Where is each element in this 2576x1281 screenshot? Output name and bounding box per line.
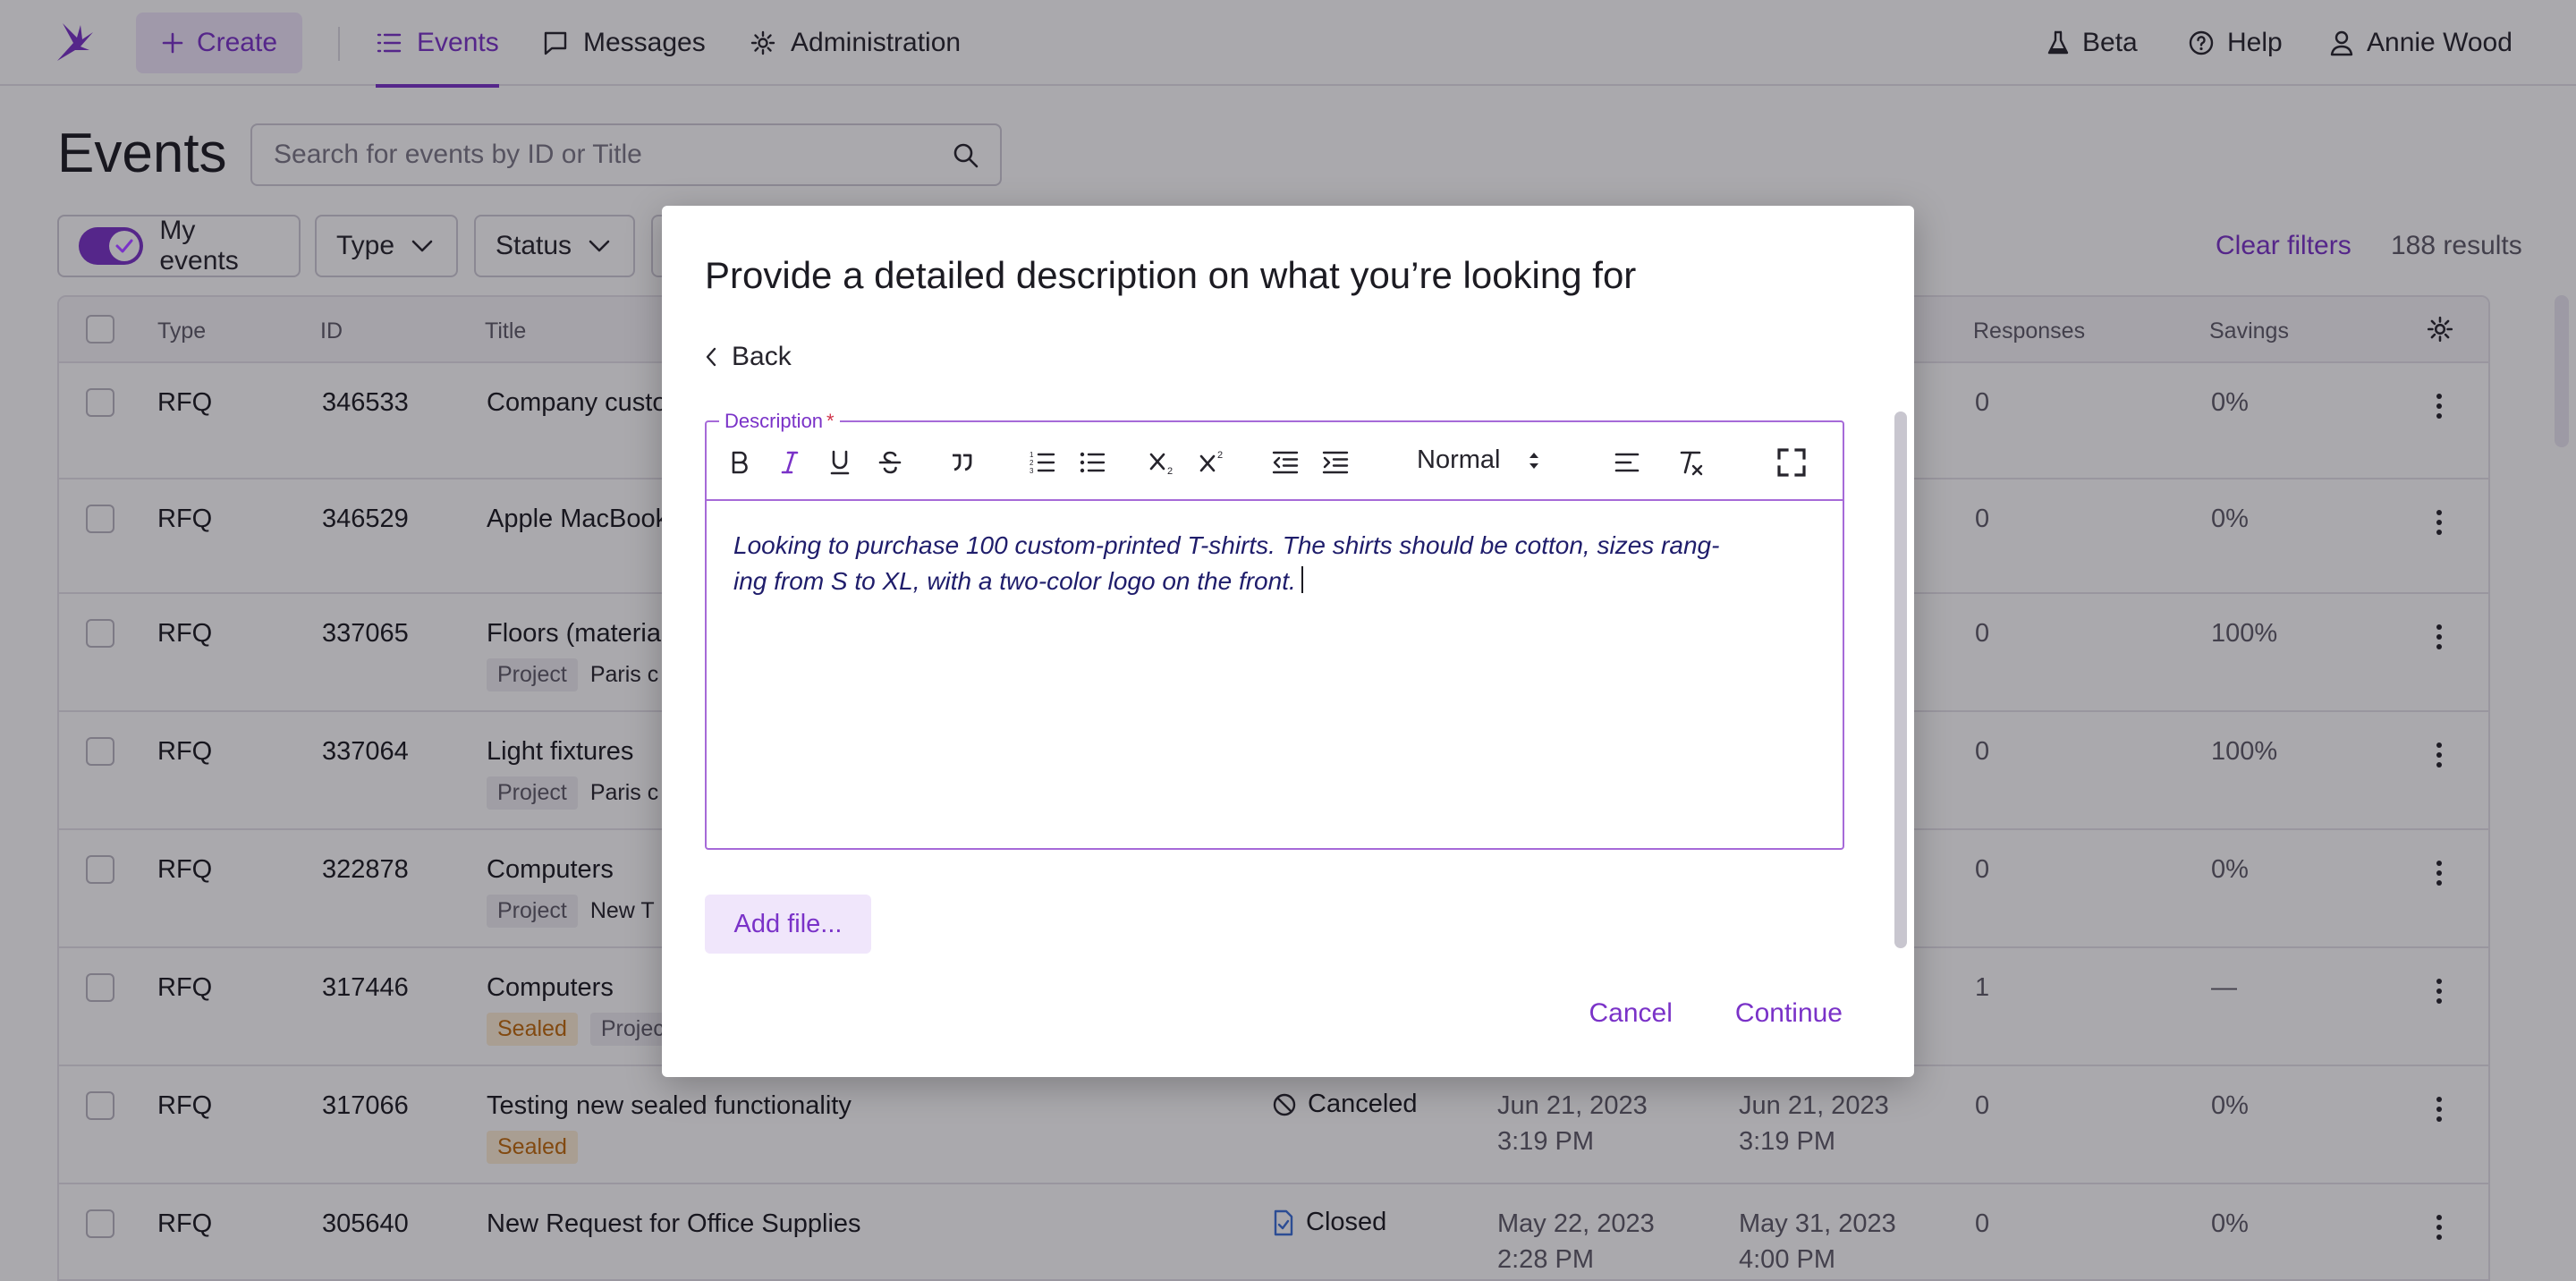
svg-text:2: 2	[1217, 450, 1223, 461]
strikethrough-icon[interactable]	[875, 447, 905, 478]
text-format-value: Normal	[1417, 445, 1501, 474]
align-left-icon[interactable]	[1612, 447, 1642, 478]
text-caret	[1301, 566, 1303, 593]
back-button[interactable]: Back	[705, 342, 792, 372]
superscript-icon[interactable]: 2	[1199, 447, 1229, 478]
subscript-icon[interactable]: 2	[1148, 447, 1179, 478]
sort-arrows-icon	[1530, 452, 1539, 469]
outdent-icon[interactable]	[1270, 447, 1301, 478]
description-dialog: Provide a detailed description on what y…	[662, 206, 1914, 1077]
svg-text:2: 2	[1167, 466, 1173, 476]
bold-icon[interactable]	[724, 447, 755, 478]
description-line-2: ing from S to XL, with a two-color logo …	[733, 567, 1296, 595]
svg-text:3: 3	[1030, 467, 1034, 475]
cancel-button[interactable]: Cancel	[1589, 998, 1673, 1029]
fullscreen-icon[interactable]	[1776, 447, 1807, 478]
italic-icon[interactable]	[775, 447, 805, 478]
back-label: Back	[732, 342, 792, 371]
dialog-scrollbar[interactable]	[1894, 411, 1907, 1154]
add-file-button[interactable]: Add file...	[705, 895, 871, 954]
description-textarea[interactable]: Looking to purchase 100 custom-printed T…	[733, 528, 1816, 599]
check-icon	[115, 239, 133, 253]
svg-text:2: 2	[1030, 459, 1034, 467]
underline-icon[interactable]	[825, 447, 855, 478]
indent-icon[interactable]	[1320, 447, 1351, 478]
clear-formatting-icon[interactable]	[1676, 447, 1707, 478]
chevron-left-icon	[706, 347, 716, 367]
blockquote-icon[interactable]	[946, 447, 977, 478]
editor-toolbar: 123 2 2 Normal	[707, 422, 1843, 501]
dialog-footer: Cancel Continue	[1589, 998, 1843, 1029]
continue-button[interactable]: Continue	[1735, 998, 1843, 1029]
dialog-title: Provide a detailed description on what y…	[705, 254, 1637, 296]
text-format-select[interactable]: Normal	[1417, 445, 1541, 475]
description-editor: Description * 123 2 2 Normal Looking to …	[705, 410, 1844, 850]
svg-text:1: 1	[1030, 451, 1034, 459]
description-line-1: Looking to purchase 100 custom-printed T…	[733, 531, 1720, 559]
bullet-list-icon[interactable]	[1077, 447, 1107, 478]
page-scrollbar[interactable]	[2555, 295, 2569, 447]
ordered-list-icon[interactable]: 123	[1027, 447, 1057, 478]
